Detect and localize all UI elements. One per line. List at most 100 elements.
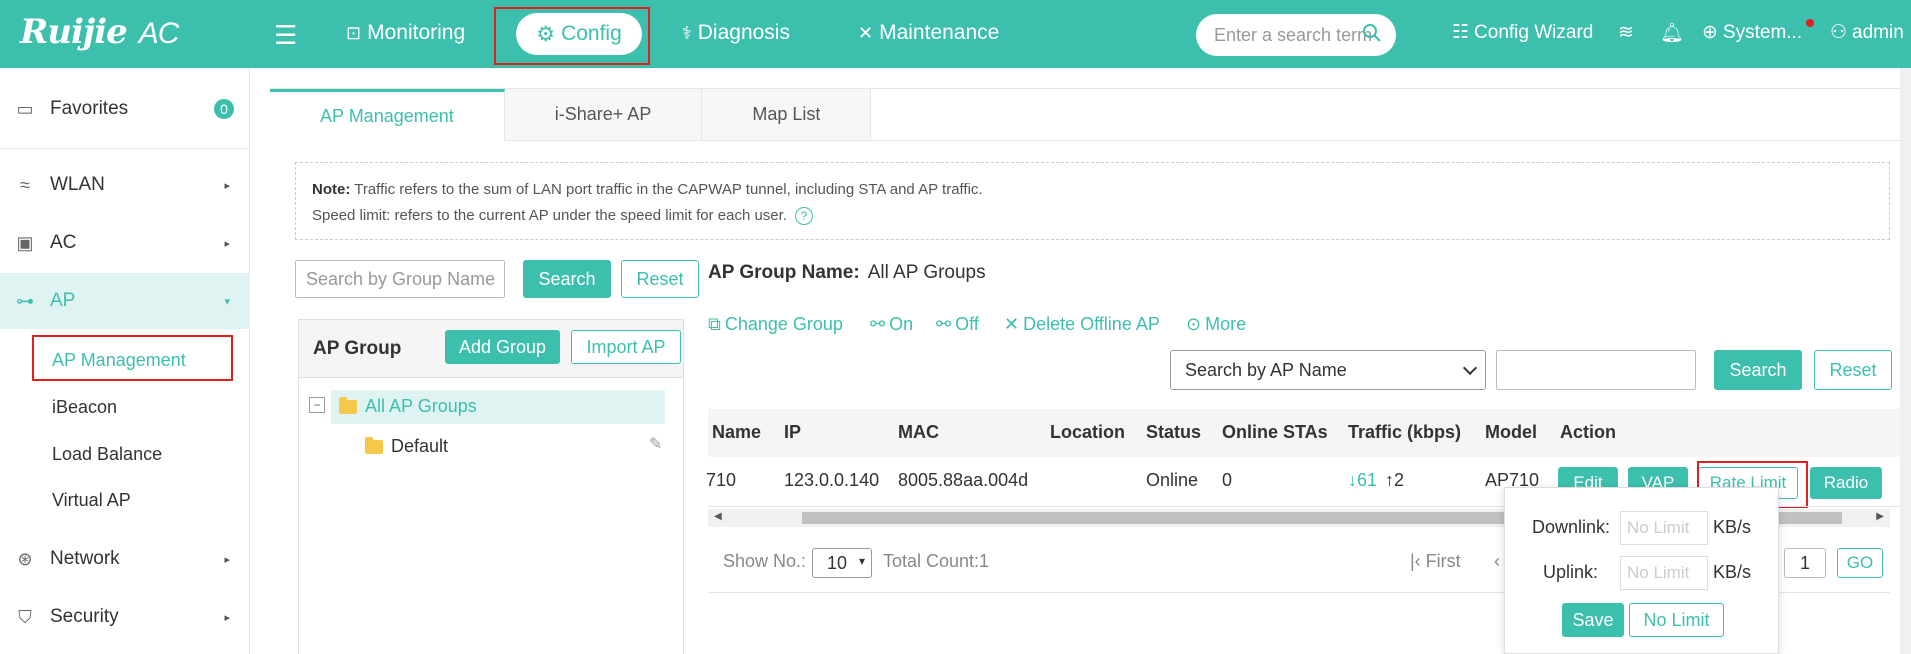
ap-search-type-select[interactable]: Search by AP Name <box>1170 350 1486 390</box>
sidebar-subitem-ibeacon[interactable]: iBeacon <box>52 397 117 418</box>
ruijie-logo: Ruijie AC <box>20 12 179 52</box>
cell-traffic-up: ↑2 <box>1385 470 1405 490</box>
ap-search-input[interactable] <box>1496 350 1696 390</box>
menu-toggle-icon[interactable]: ☰ <box>274 20 297 51</box>
downlink-label: Downlink: <box>1532 517 1611 537</box>
cell-ip: 123.0.0.140 <box>784 470 880 490</box>
layers-icon[interactable]: ≋ <box>1618 21 1634 44</box>
import-ap-button[interactable]: Import AP <box>571 330 681 364</box>
ac-device-icon: ▣ <box>16 232 34 253</box>
downlink-unit: KB/s <box>1713 517 1752 537</box>
ap-table-header: Name IP MAC Location Status Online STAs … <box>708 409 1900 457</box>
radio-button[interactable]: Radio <box>1810 467 1882 499</box>
sidebar-item-security[interactable]: ⛉ Security ▸ <box>0 589 250 645</box>
group-reset-button[interactable]: Reset <box>621 260 699 298</box>
cell-status: Online <box>1146 470 1199 490</box>
help-icon[interactable]: ? <box>794 207 813 225</box>
nav-maintenance[interactable]: ✕ Maintenance <box>858 21 999 45</box>
system-menu[interactable]: ⊕ System... <box>1702 21 1802 44</box>
top-search-input[interactable]: Enter a search term <box>1196 14 1396 56</box>
tab-ap-management[interactable]: AP Management <box>270 89 505 141</box>
uplink-unit: KB/s <box>1713 562 1752 582</box>
nav-monitoring[interactable]: ⊡ Monitoring <box>346 21 465 45</box>
monitor-icon: ⊡ <box>346 22 362 43</box>
chevron-down-icon: ▾ <box>224 295 230 308</box>
uplink-input[interactable]: No Limit <box>1620 556 1708 590</box>
globe-icon: ⊛ <box>17 548 33 569</box>
th-traffic[interactable]: Traffic (kbps) <box>1348 422 1461 443</box>
sidebar-subitem-load-balance[interactable]: Load Balance <box>52 444 162 465</box>
th-name[interactable]: Name <box>712 422 761 443</box>
th-action: Action <box>1560 422 1616 442</box>
delete-offline-ap-link[interactable]: ✕ Delete Offline AP <box>1004 314 1160 335</box>
tab-map-list[interactable]: Map List <box>702 89 872 141</box>
sidebar-item-network[interactable]: ⊛ Network ▸ <box>0 531 250 587</box>
downlink-input[interactable]: No Limit <box>1620 511 1708 545</box>
folder-star-icon: ▭ <box>16 98 34 119</box>
highlight-config <box>494 7 650 65</box>
add-group-button[interactable]: Add Group <box>445 330 560 364</box>
on-link[interactable]: ⚯ On <box>870 314 913 335</box>
divider <box>0 148 250 149</box>
collapse-icon[interactable]: − <box>309 397 325 413</box>
note-box: Note: Traffic refers to the sum of LAN p… <box>295 162 1890 240</box>
page-size-select[interactable]: 10 ▾ <box>812 548 872 578</box>
sidebar-item-ap[interactable]: ⊶ AP ▾ <box>0 273 250 329</box>
page-number-input[interactable]: 1 <box>1784 548 1826 578</box>
change-group-link[interactable]: ⧉ Change Group <box>708 314 843 335</box>
sidebar-item-favorites[interactable]: ▭ Favorites 0 <box>0 81 250 137</box>
tab-ishare-ap[interactable]: i-Share+ AP <box>504 89 703 141</box>
stethoscope-icon: ⚕ <box>682 22 692 43</box>
tools-icon: ✕ <box>858 22 874 43</box>
first-page-link[interactable]: |‹ First <box>1410 551 1461 572</box>
ap-power-icon: ⚯ <box>936 314 952 334</box>
ap-group-header: AP Group Add Group Import AP <box>299 320 683 378</box>
config-wizard-link[interactable]: ☷ Config Wizard <box>1452 21 1593 44</box>
off-link[interactable]: ⚯ Off <box>936 314 979 335</box>
prev-page-icon[interactable]: ‹ <box>1494 551 1500 572</box>
bell-icon[interactable]: 🔔︎ <box>1660 21 1684 45</box>
th-online-stas[interactable]: Online STAs <box>1222 422 1328 443</box>
chevron-right-icon: ▸ <box>224 237 230 250</box>
th-status[interactable]: Status <box>1146 422 1201 443</box>
sidebar-subitem-virtual-ap[interactable]: Virtual AP <box>52 490 131 511</box>
top-bar: Ruijie AC ☰ ⊡ Monitoring ⚙ Config ⚕ Diagn… <box>0 0 1911 68</box>
sidebar-item-ac[interactable]: ▣ AC ▸ <box>0 215 250 271</box>
more-dots-icon: ⊙ <box>1186 314 1202 334</box>
ap-group-title: AP Group <box>313 338 402 359</box>
nav-diagnosis[interactable]: ⚕ Diagnosis <box>682 21 790 45</box>
user-menu[interactable]: ⚇ admin <box>1830 21 1904 44</box>
chevron-right-icon: ▸ <box>224 179 230 192</box>
page-vertical-scrollbar[interactable] <box>1900 68 1911 654</box>
tree-node-all-groups[interactable]: All AP Groups <box>339 396 477 417</box>
ap-group-panel: AP Group Add Group Import AP − All AP Gr… <box>298 319 684 654</box>
go-button[interactable]: GO <box>1837 548 1883 578</box>
no-limit-button[interactable]: No Limit <box>1629 603 1724 637</box>
tree-node-default[interactable]: Default <box>365 436 448 457</box>
cell-online-stas: 0 <box>1222 470 1233 490</box>
scroll-right-icon[interactable]: ▶ <box>1876 511 1884 522</box>
scroll-left-icon[interactable]: ◀ <box>714 511 722 522</box>
tab-bar: AP Management i-Share+ AP Map List <box>270 89 872 141</box>
th-location[interactable]: Location <box>1050 422 1125 443</box>
wifi-icon: ≈ <box>20 174 30 195</box>
highlight-ap-management <box>32 335 233 381</box>
sidebar-item-wlan[interactable]: ≈ WLAN ▸ <box>0 157 250 213</box>
folder-icon <box>365 436 383 454</box>
th-ip[interactable]: IP <box>784 422 801 443</box>
sliders-icon: ☷ <box>1452 22 1470 43</box>
uplink-label: Uplink: <box>1543 562 1599 582</box>
ap-reset-button[interactable]: Reset <box>1814 350 1892 390</box>
chevron-down-icon: ▾ <box>858 554 865 568</box>
group-search-button[interactable]: Search <box>523 260 611 298</box>
th-mac[interactable]: MAC <box>898 422 939 443</box>
search-icon[interactable] <box>1362 23 1382 43</box>
edit-pencil-icon[interactable]: ✎ <box>649 434 662 454</box>
more-link[interactable]: ⊙ More <box>1186 314 1246 335</box>
ap-search-button[interactable]: Search <box>1714 350 1802 390</box>
th-model[interactable]: Model <box>1485 422 1537 443</box>
edit-box-icon: ⧉ <box>708 314 721 334</box>
total-count: Total Count:1 <box>883 551 990 571</box>
save-button[interactable]: Save <box>1562 603 1624 637</box>
group-search-input[interactable]: Search by Group Name <box>295 260 505 298</box>
